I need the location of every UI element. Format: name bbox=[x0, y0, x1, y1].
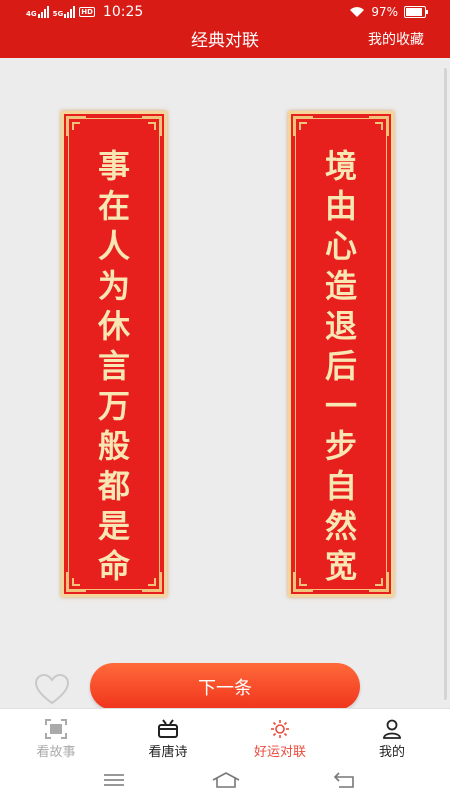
couplet-char: 休 bbox=[97, 307, 130, 345]
tab-label: 我的 bbox=[378, 745, 405, 760]
back-icon[interactable] bbox=[333, 772, 355, 788]
clock: 10:25 bbox=[102, 4, 144, 20]
tab-stories[interactable]: 看故事 bbox=[0, 709, 112, 763]
heart-icon[interactable] bbox=[34, 674, 70, 706]
scan-icon bbox=[45, 719, 67, 739]
tab-label: 看故事 bbox=[36, 745, 76, 760]
couplet-char: 人 bbox=[97, 227, 130, 265]
battery-fill bbox=[406, 8, 422, 16]
couplet-char: 般 bbox=[97, 427, 130, 465]
couplet-char: 是 bbox=[97, 507, 130, 545]
signal-icon bbox=[37, 6, 49, 18]
couplet-char: 万 bbox=[97, 387, 130, 425]
battery-icon bbox=[404, 6, 428, 18]
menu-icon[interactable] bbox=[103, 772, 125, 788]
couplet-char: 一 bbox=[324, 387, 357, 425]
bottom-tab-bar: 看故事 看唐诗 好运对联 我的 bbox=[0, 708, 450, 763]
scrollbar[interactable] bbox=[444, 68, 447, 700]
hd-badge: HD bbox=[79, 7, 95, 17]
status-bar: 4G 5G HD 10:25 97% bbox=[0, 0, 450, 26]
network-indicator-2: 5G bbox=[53, 6, 76, 18]
tab-label: 好运对联 bbox=[253, 745, 306, 760]
corner-ornament bbox=[369, 116, 389, 136]
wifi-icon bbox=[350, 7, 365, 17]
couplet-char: 自 bbox=[324, 467, 357, 505]
corner-ornament bbox=[142, 116, 162, 136]
next-couplet-button[interactable]: 下一条 bbox=[90, 663, 360, 710]
tab-tang-poems[interactable]: 看唐诗 bbox=[112, 709, 224, 763]
sun-icon bbox=[271, 720, 289, 738]
couplet-area: 事 在 人 为 休 言 万 般 都 是 命 境 由 心 造 退 后 一 步 自 bbox=[0, 58, 450, 710]
couplet-char: 宽 bbox=[324, 547, 357, 585]
couplet-char: 在 bbox=[97, 187, 130, 225]
couplet-char: 造 bbox=[324, 267, 357, 305]
network-indicator-1: 4G bbox=[26, 6, 49, 18]
couplet-char: 由 bbox=[324, 187, 357, 225]
right-couplet-scroll: 境 由 心 造 退 后 一 步 自 然 宽 bbox=[288, 111, 394, 597]
my-favorites-link[interactable]: 我的收藏 bbox=[368, 29, 424, 49]
couplet-char: 退 bbox=[324, 307, 357, 345]
couplet-char: 境 bbox=[324, 147, 357, 185]
app-header: 4G 5G HD 10:25 97% 经典对联 我的收藏 bbox=[0, 0, 450, 58]
battery-percent: 97% bbox=[371, 5, 398, 19]
couplet-char: 步 bbox=[324, 427, 357, 465]
left-couplet-scroll: 事 在 人 为 休 言 万 般 都 是 命 bbox=[61, 111, 167, 597]
couplet-char: 命 bbox=[97, 547, 130, 585]
book-icon bbox=[158, 719, 178, 738]
corner-ornament bbox=[293, 116, 313, 136]
couplet-char: 事 bbox=[97, 147, 130, 185]
tab-lucky-couplets[interactable]: 好运对联 bbox=[224, 709, 336, 763]
home-icon[interactable] bbox=[211, 772, 241, 788]
couplet-char: 然 bbox=[324, 507, 357, 545]
signal-icon bbox=[64, 6, 76, 18]
right-couplet-text: 境 由 心 造 退 后 一 步 自 然 宽 bbox=[291, 146, 391, 586]
couplet-char: 为 bbox=[97, 267, 130, 305]
system-nav-bar bbox=[0, 762, 450, 800]
tab-mine[interactable]: 我的 bbox=[336, 709, 448, 763]
person-icon bbox=[383, 719, 401, 739]
couplet-char: 后 bbox=[324, 347, 357, 385]
corner-ornament bbox=[66, 116, 86, 136]
couplet-char: 心 bbox=[324, 227, 357, 265]
left-couplet-text: 事 在 人 为 休 言 万 般 都 是 命 bbox=[64, 146, 164, 586]
couplet-char: 言 bbox=[97, 347, 130, 385]
couplet-char: 都 bbox=[97, 467, 130, 505]
tab-label: 看唐诗 bbox=[148, 745, 188, 760]
